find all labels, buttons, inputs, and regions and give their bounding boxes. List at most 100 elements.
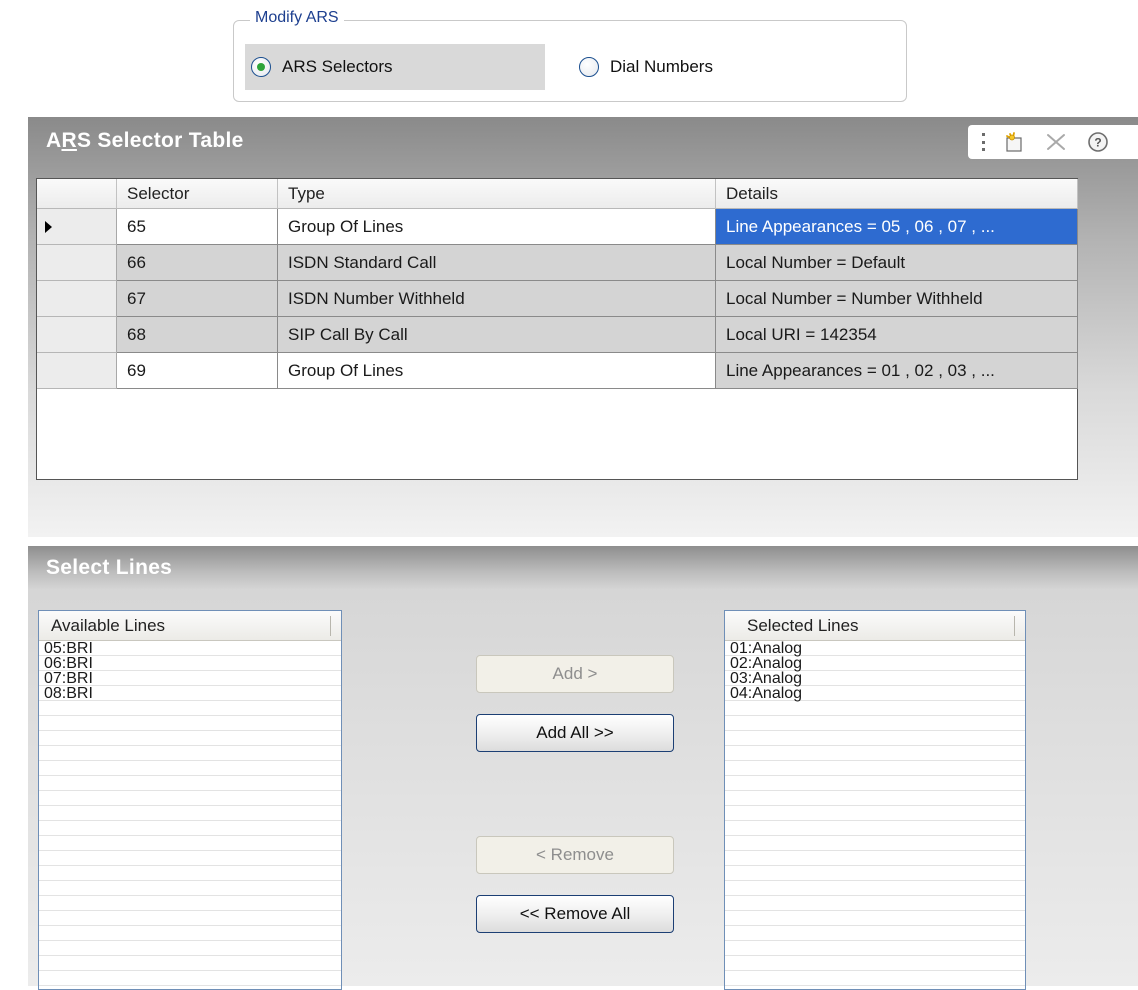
list-empty-row [725, 701, 1025, 716]
table-row[interactable]: 65 Group Of Lines Line Appearances = 05 , … [37, 209, 1078, 245]
list-empty-row [39, 836, 341, 851]
modify-ars-legend: Modify ARS [250, 8, 344, 28]
cell-selector[interactable]: 69 [117, 353, 278, 389]
list-empty-row [39, 731, 341, 746]
radio-dial-numbers[interactable]: Dial Numbers [575, 44, 775, 90]
list-empty-row [725, 896, 1025, 911]
remove-button[interactable]: < Remove [476, 836, 674, 874]
select-lines-title: Select Lines [46, 556, 173, 579]
list-item[interactable]: 03:Analog [725, 671, 1025, 687]
list-empty-row [725, 821, 1025, 836]
list-empty-row [39, 806, 341, 821]
ars-selector-table-title: ARS Selector Table [46, 129, 244, 152]
radio-dial-numbers-label: Dial Numbers [610, 57, 713, 76]
list-empty-row [39, 971, 341, 986]
list-empty-row [39, 956, 341, 971]
cell-type[interactable]: ISDN Standard Call [278, 245, 716, 281]
table-row[interactable]: 66 ISDN Standard Call Local Number = Defau… [37, 245, 1078, 281]
column-header-details[interactable]: Details [716, 179, 1078, 209]
list-empty-row [725, 866, 1025, 881]
column-header-selector[interactable]: Selector [117, 179, 278, 209]
column-header-type[interactable]: Type [278, 179, 716, 209]
list-empty-row [725, 791, 1025, 806]
ars-table-toolbar: ? [968, 125, 1138, 159]
list-empty-row [725, 971, 1025, 986]
cell-type[interactable]: ISDN Number Withheld [278, 281, 716, 317]
cell-details[interactable]: Line Appearances = 05 , 06 , 07 , ... [716, 209, 1078, 245]
list-empty-row [725, 926, 1025, 941]
list-empty-row [39, 791, 341, 806]
cell-selector[interactable]: 67 [117, 281, 278, 317]
cell-details[interactable]: Local Number = Default [716, 245, 1078, 281]
list-item[interactable]: 04:Analog [725, 686, 1025, 702]
grid-corner [37, 179, 117, 209]
list-empty-row [39, 896, 341, 911]
add-button[interactable]: Add > [476, 655, 674, 693]
table-row[interactable]: 69 Group Of Lines Line Appearances = 01 , … [37, 353, 1078, 389]
row-header[interactable] [37, 281, 117, 317]
ars-selector-panel: ARS Selector Table ? Selector Type Detai… [28, 117, 1138, 537]
radio-selected-icon [251, 57, 271, 77]
available-lines-header[interactable]: Available Lines [39, 611, 341, 641]
radio-ars-selectors[interactable]: ARS Selectors [245, 44, 545, 90]
current-row-arrow-icon [45, 220, 52, 233]
selected-lines-list[interactable]: Selected Lines 01:Analog 02:Analog 03:Anal… [724, 610, 1026, 990]
radio-ars-selectors-label: ARS Selectors [282, 57, 393, 76]
cell-type[interactable]: SIP Call By Call [278, 317, 716, 353]
list-empty-row [39, 926, 341, 941]
row-header[interactable] [37, 245, 117, 281]
ars-selector-grid: Selector Type Details 65 Group Of Lines Li… [36, 178, 1078, 480]
list-empty-row [725, 941, 1025, 956]
list-item[interactable]: 02:Analog [725, 656, 1025, 672]
cell-selector[interactable]: 66 [117, 245, 278, 281]
list-empty-row [725, 776, 1025, 791]
list-empty-row [725, 911, 1025, 926]
table-row[interactable]: 67 ISDN Number Withheld Local Number = Num… [37, 281, 1078, 317]
list-item[interactable]: 01:Analog [725, 641, 1025, 657]
list-item[interactable]: 06:BRI [39, 656, 341, 672]
list-empty-row [725, 731, 1025, 746]
list-empty-row [725, 881, 1025, 896]
list-empty-row [39, 716, 341, 731]
list-empty-row [39, 986, 341, 989]
list-empty-row [39, 941, 341, 956]
cell-details[interactable]: Local Number = Number Withheld [716, 281, 1078, 317]
remove-all-button[interactable]: << Remove All [476, 895, 674, 933]
list-empty-row [725, 956, 1025, 971]
table-row[interactable]: 68 SIP Call By Call Local URI = 142354 [37, 317, 1078, 353]
list-item[interactable]: 07:BRI [39, 671, 341, 687]
list-empty-row [39, 881, 341, 896]
delete-icon[interactable] [1042, 129, 1070, 155]
row-header[interactable] [37, 317, 117, 353]
add-all-button[interactable]: Add All >> [476, 714, 674, 752]
list-empty-row [725, 836, 1025, 851]
cell-details[interactable]: Local URI = 142354 [716, 317, 1078, 353]
available-lines-list[interactable]: Available Lines 05:BRI 06:BRI 07:BRI 08:BRI [38, 610, 342, 990]
row-header[interactable] [37, 353, 117, 389]
list-empty-row [39, 911, 341, 926]
list-empty-row [725, 761, 1025, 776]
list-empty-row [39, 866, 341, 881]
list-empty-row [725, 851, 1025, 866]
list-item[interactable]: 05:BRI [39, 641, 341, 657]
list-empty-row [725, 806, 1025, 821]
list-empty-row [725, 986, 1025, 989]
list-empty-row [39, 746, 341, 761]
help-icon[interactable]: ? [1084, 129, 1112, 155]
list-empty-row [39, 776, 341, 791]
radio-unselected-icon [579, 57, 599, 77]
new-item-icon[interactable] [1000, 129, 1028, 155]
row-header[interactable] [37, 209, 117, 245]
list-empty-row [39, 701, 341, 716]
list-item[interactable]: 08:BRI [39, 686, 341, 702]
cell-type[interactable]: Group Of Lines [278, 353, 716, 389]
cell-details[interactable]: Line Appearances = 01 , 02 , 03 , ... [716, 353, 1078, 389]
cell-type[interactable]: Group Of Lines [278, 209, 716, 245]
svg-text:?: ? [1094, 136, 1101, 150]
list-empty-row [39, 761, 341, 776]
list-empty-row [39, 851, 341, 866]
selected-lines-header[interactable]: Selected Lines [725, 611, 1025, 641]
list-empty-row [725, 746, 1025, 761]
cell-selector[interactable]: 65 [117, 209, 278, 245]
cell-selector[interactable]: 68 [117, 317, 278, 353]
